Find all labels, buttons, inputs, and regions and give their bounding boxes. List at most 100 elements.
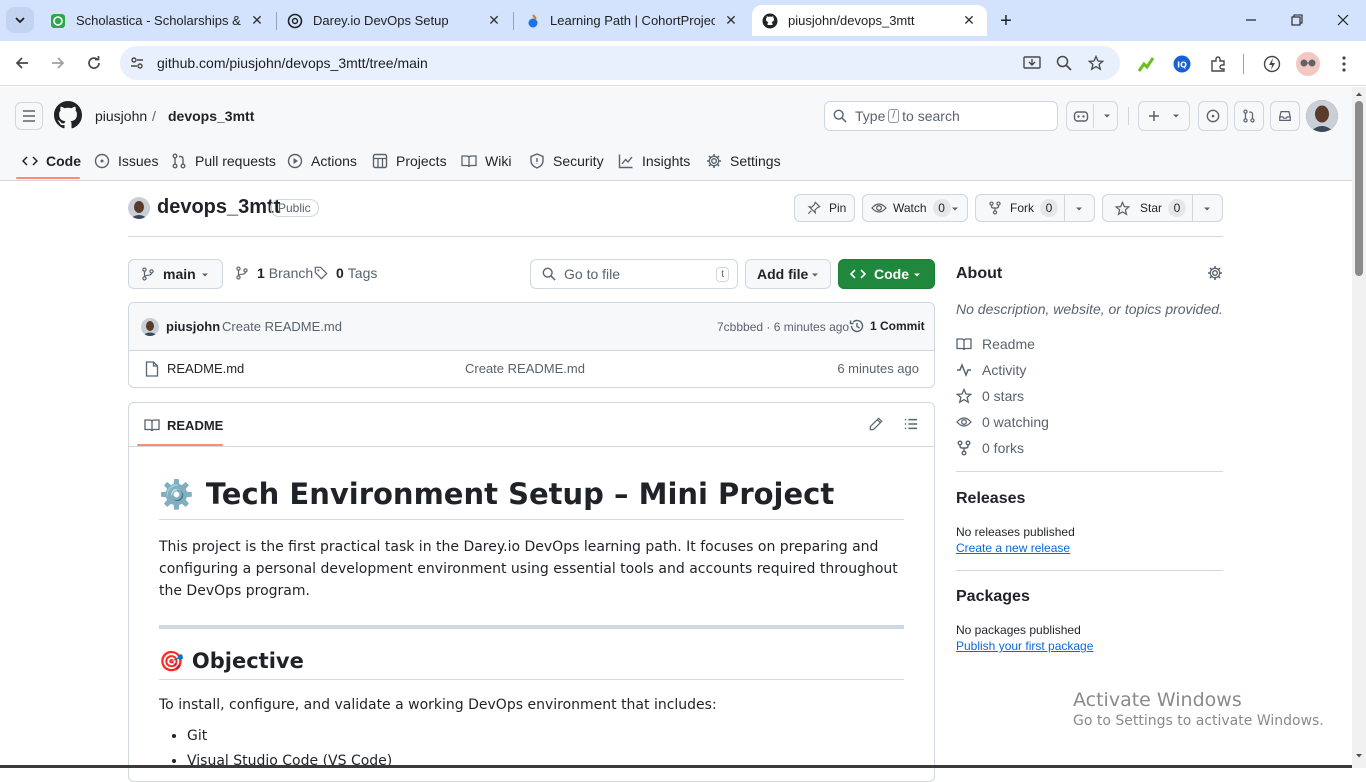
issue-icon: [1206, 109, 1220, 123]
commit-author-avatar[interactable]: [141, 318, 159, 336]
user-avatar[interactable]: [1306, 100, 1338, 132]
packages-empty: No packages published: [956, 623, 1081, 637]
tab-search-button[interactable]: [6, 7, 34, 33]
breadcrumb-repo[interactable]: devops_3mtt: [168, 108, 254, 124]
reload-icon[interactable]: [80, 49, 108, 77]
issues-button[interactable]: [1198, 101, 1228, 131]
new-tab-icon[interactable]: +: [994, 9, 1018, 33]
watch-button[interactable]: Watch 0: [862, 194, 968, 222]
releases-title[interactable]: Releases: [956, 490, 1025, 508]
close-tab-icon[interactable]: ✕: [486, 12, 502, 29]
performance-icon[interactable]: [1259, 51, 1285, 77]
file-name[interactable]: README.md: [167, 361, 244, 376]
readme-link[interactable]: Readme: [956, 334, 1035, 354]
watching-link[interactable]: 0 watching: [956, 412, 1049, 432]
stars-link[interactable]: 0 stars: [956, 386, 1024, 406]
install-app-icon[interactable]: [1019, 50, 1045, 76]
chevron-down-icon: [812, 273, 818, 277]
breadcrumb-owner[interactable]: piusjohn: [95, 108, 147, 124]
scrollbar-thumb[interactable]: [1355, 101, 1363, 276]
commit-author[interactable]: piusjohn: [166, 319, 220, 334]
inbox-button[interactable]: [1270, 101, 1300, 131]
active-tab-underline: [16, 177, 80, 179]
readme-content: ⚙️ Tech Environment Setup – Mini Project…: [159, 477, 904, 774]
site-info-icon[interactable]: [124, 50, 150, 76]
browser-tab[interactable]: Darey.io DevOps Setup ✕: [277, 5, 512, 36]
close-tab-icon[interactable]: ✕: [249, 12, 265, 29]
eye-icon: [871, 203, 887, 213]
readme-tab[interactable]: README: [144, 417, 223, 433]
tab-projects[interactable]: Projects: [372, 149, 447, 173]
restore-icon[interactable]: [1274, 0, 1320, 40]
tab-insights[interactable]: Insights: [618, 149, 690, 173]
search-input[interactable]: Type / to search: [824, 101, 1058, 131]
extension-graph-icon[interactable]: [1133, 51, 1159, 77]
table-row[interactable]: README.md Create README.md 6 minutes ago: [129, 351, 934, 388]
create-release-link[interactable]: Create a new release: [956, 541, 1070, 555]
publish-package-link[interactable]: Publish your first package: [956, 639, 1093, 653]
branches-link[interactable]: 1 Branch: [235, 265, 313, 281]
page-scrollbar[interactable]: [1352, 87, 1366, 768]
gear-icon[interactable]: [1207, 265, 1223, 281]
address-bar[interactable]: github.com/piusjohn/devops_3mtt/tree/mai…: [120, 46, 1120, 80]
extensions-puzzle-icon[interactable]: [1205, 51, 1231, 77]
packages-title[interactable]: Packages: [956, 588, 1030, 606]
browser-tab[interactable]: Learning Path | CohortProject | ✕: [514, 5, 749, 36]
branch-icon: [236, 266, 248, 280]
browser-tab-active[interactable]: piusjohn/devops_3mtt ✕: [752, 5, 987, 36]
star-icon: [956, 388, 972, 404]
minimize-icon[interactable]: [1228, 0, 1274, 40]
code-button[interactable]: Code: [838, 259, 935, 289]
watch-counter: 0: [932, 199, 951, 217]
forward-icon[interactable]: [44, 49, 72, 77]
copilot-button[interactable]: [1066, 101, 1118, 131]
tab-security[interactable]: Security: [529, 149, 604, 173]
tab-actions[interactable]: Actions: [287, 149, 357, 173]
tags-link[interactable]: 0 Tags: [314, 265, 377, 281]
branch-selector[interactable]: main: [128, 259, 223, 289]
owner-avatar[interactable]: [128, 197, 150, 219]
tab-settings[interactable]: Settings: [706, 149, 781, 173]
svg-text:IQ: IQ: [1177, 61, 1187, 70]
file-commit-message[interactable]: Create README.md: [465, 361, 585, 376]
tab-wiki[interactable]: Wiki: [461, 149, 511, 173]
tab-code[interactable]: Code: [22, 149, 81, 173]
close-tab-icon[interactable]: ✕: [723, 12, 739, 29]
chevron-down-icon[interactable]: [1074, 204, 1084, 214]
extension-iq-icon[interactable]: IQ: [1169, 51, 1195, 77]
tab-issues[interactable]: Issues: [94, 149, 158, 173]
chatgpt-favicon: [287, 13, 303, 28]
repo-title[interactable]: devops_3mtt: [157, 196, 280, 219]
fork-button[interactable]: Fork 0: [975, 194, 1095, 222]
browser-tab[interactable]: Scholastica - Scholarships & Bu ✕: [40, 5, 275, 36]
commit-message[interactable]: Create README.md: [222, 319, 342, 334]
scroll-up-arrow-icon[interactable]: [1352, 89, 1366, 99]
github-header: piusjohn / devops_3mtt Type / to search …: [0, 87, 1352, 181]
bookmark-star-icon[interactable]: [1083, 50, 1109, 76]
hamburger-menu-icon[interactable]: [15, 102, 43, 130]
activity-link[interactable]: Activity: [956, 360, 1026, 380]
back-icon[interactable]: [8, 49, 36, 77]
tab-pull-requests[interactable]: Pull requests: [171, 149, 276, 173]
create-new-button[interactable]: [1138, 101, 1190, 131]
outline-list-icon[interactable]: [904, 417, 918, 431]
chrome-menu-icon[interactable]: [1331, 51, 1357, 77]
star-button[interactable]: Star 0: [1102, 194, 1223, 222]
add-file-button[interactable]: Add file: [745, 259, 831, 289]
chevron-down-icon[interactable]: [1202, 204, 1212, 214]
readme-panel: README ⚙️ Tech Environment Setup – Mini …: [128, 402, 935, 782]
close-window-icon[interactable]: [1320, 0, 1366, 40]
go-to-file-input[interactable]: Go to file t: [530, 259, 738, 289]
title-divider: [128, 236, 1223, 237]
forks-link[interactable]: 0 forks: [956, 438, 1024, 458]
github-logo-icon[interactable]: [54, 101, 82, 129]
commit-hash-time[interactable]: 7cbbbed · 6 minutes ago: [717, 320, 849, 334]
close-tab-icon[interactable]: ✕: [961, 12, 977, 29]
pin-button[interactable]: Pin: [794, 194, 855, 222]
pull-requests-button[interactable]: [1234, 101, 1264, 131]
scroll-down-arrow-icon[interactable]: [1352, 751, 1366, 761]
edit-pencil-icon[interactable]: [869, 417, 883, 431]
commits-link[interactable]: 1 Commit: [849, 318, 925, 334]
zoom-icon[interactable]: [1051, 50, 1077, 76]
profile-avatar-icon[interactable]: [1295, 51, 1321, 77]
